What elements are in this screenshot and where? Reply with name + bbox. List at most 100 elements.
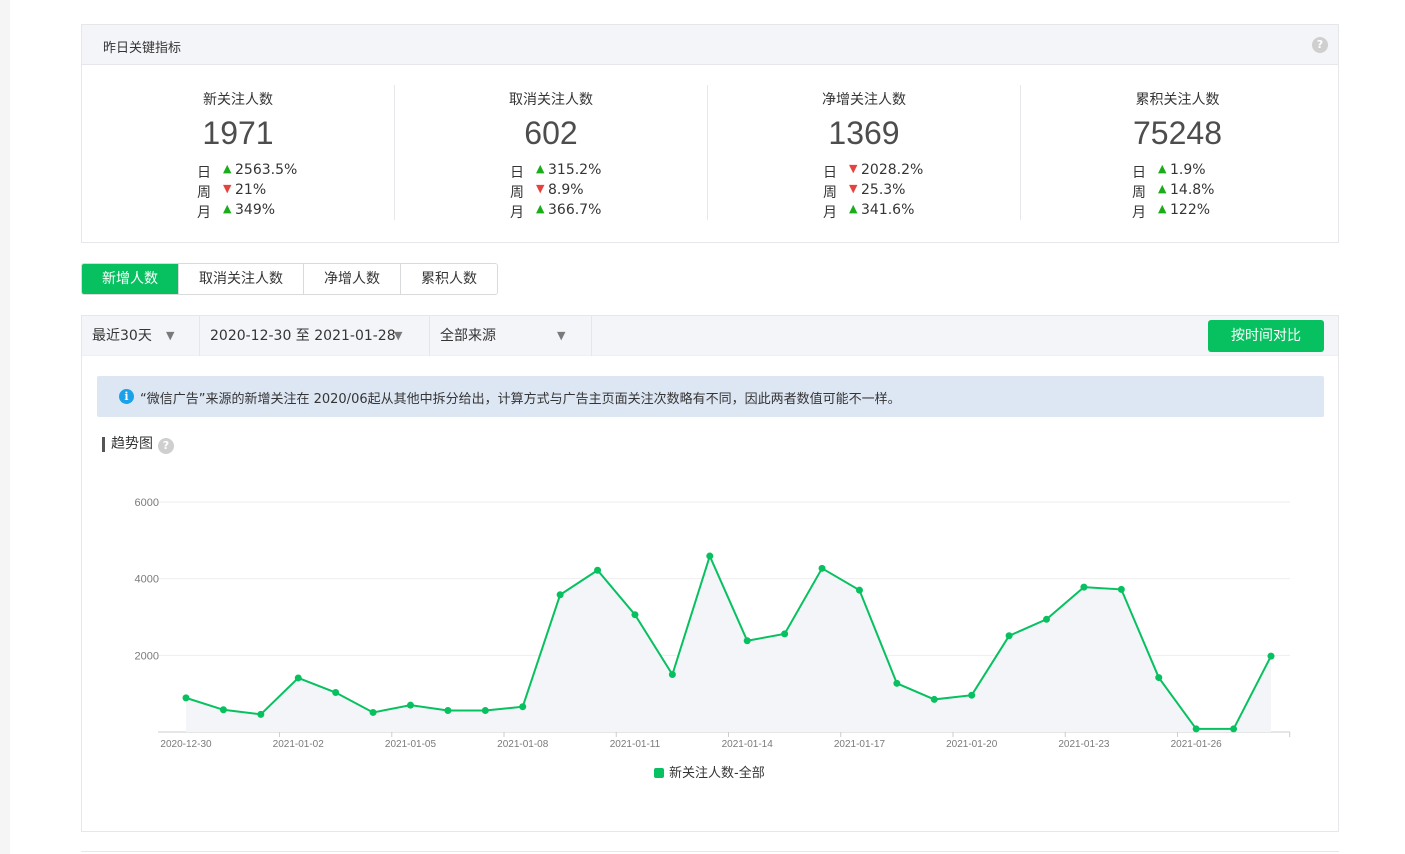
stat-period: 月 bbox=[197, 205, 211, 221]
kpi-value: 1369 bbox=[828, 115, 900, 151]
trend-title: 趋势图 bbox=[102, 437, 153, 452]
kpi-stats: 日 ▲ 1.9% 周 ▲ 14.8% 月 ▲ 122% bbox=[1132, 161, 1252, 221]
arrow-down-icon: ▼ bbox=[223, 182, 232, 195]
kpi-stat-row: 周 ▼ 21% bbox=[197, 181, 317, 201]
kpi-card: 累积关注人数 75248 日 ▲ 1.9% 周 ▲ 14.8% 月 ▲ 122% bbox=[1021, 85, 1334, 221]
stat-percent: 366.7% bbox=[548, 202, 602, 218]
stat-period: 月 bbox=[510, 205, 524, 221]
arrow-down-icon: ▼ bbox=[849, 182, 858, 195]
arrow-up-icon: ▲ bbox=[536, 162, 545, 175]
stat-percent: 122% bbox=[1170, 202, 1211, 218]
stat-percent: 14.8% bbox=[1170, 182, 1215, 198]
kpi-stats: 日 ▼ 2028.2% 周 ▼ 25.3% 月 ▲ 341.6% bbox=[823, 161, 943, 221]
kpi-stat-row: 日 ▼ 2028.2% bbox=[823, 161, 943, 181]
range-select-value: 最近30天 bbox=[92, 328, 152, 344]
arrow-up-icon: ▲ bbox=[223, 162, 232, 175]
metric-tabs: 新增人数 取消关注人数 净增人数 累积人数 bbox=[81, 263, 498, 295]
tab-4[interactable]: 累积人数 bbox=[401, 264, 497, 294]
chevron-down-icon: ▼ bbox=[557, 329, 566, 342]
tab-2[interactable]: 取消关注人数 bbox=[179, 264, 304, 294]
x-tick-label: 2021-01-02 bbox=[273, 739, 325, 750]
stat-period: 日 bbox=[510, 165, 524, 181]
help-icon[interactable]: ? bbox=[158, 438, 174, 454]
range-select[interactable]: 最近30天 ▼ bbox=[82, 316, 200, 356]
x-tick-label: 2021-01-23 bbox=[1058, 739, 1110, 750]
data-point bbox=[781, 630, 789, 638]
stat-percent: 349% bbox=[235, 202, 276, 218]
source-select[interactable]: 全部来源 ▼ bbox=[430, 316, 592, 356]
stat-period: 日 bbox=[197, 165, 211, 181]
stat-percent: 2028.2% bbox=[861, 162, 924, 178]
arrow-up-icon: ▲ bbox=[223, 202, 232, 215]
data-point bbox=[1005, 632, 1013, 640]
x-tick-label: 2021-01-08 bbox=[497, 739, 549, 750]
data-point bbox=[219, 706, 227, 714]
date-range-select[interactable]: 2020-12-30 至 2021-01-28 ▼ bbox=[200, 316, 430, 356]
source-select-value: 全部来源 bbox=[440, 328, 496, 344]
stat-period: 月 bbox=[823, 205, 837, 221]
arrow-down-icon: ▼ bbox=[536, 182, 545, 195]
tab-1[interactable]: 新增人数 bbox=[82, 264, 179, 294]
stat-period: 周 bbox=[823, 185, 837, 201]
stat-percent: 1.9% bbox=[1170, 162, 1206, 178]
data-point bbox=[1117, 585, 1125, 593]
filter-bar: 最近30天 ▼ 2020-12-30 至 2021-01-28 ▼ 全部来源 ▼… bbox=[82, 316, 1338, 356]
left-scroll-strip bbox=[0, 0, 10, 854]
chevron-down-icon: ▼ bbox=[166, 329, 175, 342]
data-point bbox=[855, 586, 863, 594]
tab-3[interactable]: 净增人数 bbox=[304, 264, 401, 294]
stat-period: 日 bbox=[823, 165, 837, 181]
data-point bbox=[556, 591, 564, 599]
help-icon[interactable]: ? bbox=[1312, 37, 1328, 53]
x-tick-label: 2021-01-11 bbox=[610, 739, 661, 750]
key-metrics-title: 昨日关键指标 bbox=[103, 41, 182, 56]
chart-legend[interactable]: 新关注人数-全部 bbox=[654, 762, 765, 781]
kpi-label: 取消关注人数 bbox=[509, 92, 593, 108]
arrow-up-icon: ▲ bbox=[849, 202, 858, 215]
y-tick-label: 4000 bbox=[135, 574, 159, 586]
kpi-stat-row: 月 ▲ 122% bbox=[1132, 201, 1252, 221]
stat-period: 日 bbox=[1132, 165, 1146, 181]
series-area bbox=[186, 556, 1271, 732]
data-point bbox=[257, 710, 265, 718]
notice-text: “微信广告”来源的新增关注在 2020/06起从其他中拆分给出，计算方式与广告主… bbox=[140, 392, 901, 407]
kpi-label: 累积关注人数 bbox=[1135, 92, 1220, 108]
data-point bbox=[294, 674, 302, 682]
kpi-stat-row: 月 ▲ 349% bbox=[197, 201, 317, 221]
compare-by-time-button[interactable]: 按时间对比 bbox=[1208, 320, 1324, 352]
stat-percent: 25.3% bbox=[861, 182, 906, 198]
stat-percent: 21% bbox=[235, 182, 267, 198]
y-tick-label: 6000 bbox=[135, 497, 159, 509]
kpi-stat-row: 月 ▲ 341.6% bbox=[823, 201, 943, 221]
kpi-stats: 日 ▲ 315.2% 周 ▼ 8.9% 月 ▲ 366.7% bbox=[510, 161, 630, 221]
kpi-card: 取消关注人数 602 日 ▲ 315.2% 周 ▼ 8.9% 月 ▲ 366.7% bbox=[395, 85, 708, 221]
data-point bbox=[594, 566, 602, 574]
stat-percent: 8.9% bbox=[548, 182, 584, 198]
kpi-stat-row: 日 ▲ 1.9% bbox=[1132, 161, 1252, 181]
data-point bbox=[332, 689, 340, 697]
kpi-label: 新关注人数 bbox=[203, 92, 273, 108]
stat-percent: 341.6% bbox=[861, 202, 915, 218]
kpi-card: 新关注人数 1971 日 ▲ 2563.5% 周 ▼ 21% 月 ▲ 349% bbox=[82, 85, 395, 221]
key-metrics-panel: 昨日关键指标 ? 新关注人数 1971 日 ▲ 2563.5% 周 ▼ 21% 月 ▲ 349% 取消… bbox=[81, 24, 1339, 243]
stat-percent: 315.2% bbox=[548, 162, 602, 178]
data-point bbox=[968, 691, 976, 699]
data-point bbox=[519, 703, 527, 711]
arrow-up-icon: ▲ bbox=[1158, 202, 1167, 215]
data-point bbox=[1267, 652, 1275, 660]
kpi-stat-row: 周 ▼ 25.3% bbox=[823, 181, 943, 201]
y-tick-label: 2000 bbox=[135, 650, 159, 662]
kpi-value: 1971 bbox=[202, 115, 274, 151]
kpi-value: 602 bbox=[524, 115, 578, 151]
kpi-stats: 日 ▲ 2563.5% 周 ▼ 21% 月 ▲ 349% bbox=[197, 161, 317, 221]
stat-period: 周 bbox=[1132, 185, 1146, 201]
page: 昨日关键指标 ? 新关注人数 1971 日 ▲ 2563.5% 周 ▼ 21% 月 ▲ 349% 取消… bbox=[0, 0, 1405, 854]
info-icon: i bbox=[119, 389, 134, 404]
data-point bbox=[481, 707, 489, 715]
legend-label: 新关注人数-全部 bbox=[669, 766, 765, 781]
kpi-value: 75248 bbox=[1133, 115, 1222, 151]
x-tick-label: 2021-01-26 bbox=[1171, 739, 1223, 750]
legend-swatch bbox=[654, 768, 664, 778]
x-tick-label: 2021-01-05 bbox=[385, 739, 437, 750]
data-point bbox=[1192, 725, 1200, 733]
